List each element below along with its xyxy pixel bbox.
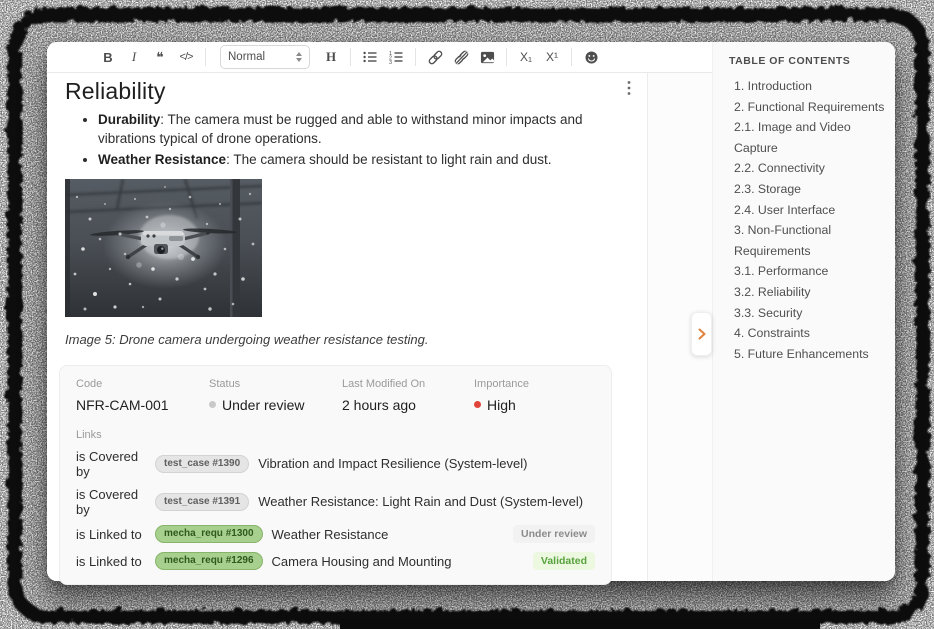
toc-sidebar: TABLE OF CONTENTS 1. Introduction 2. Fun…: [712, 42, 895, 581]
toc-item-functional-requirements[interactable]: 2. Functional Requirements: [729, 97, 885, 118]
emoji-icon: [584, 50, 599, 65]
bullet-list-button[interactable]: [357, 45, 383, 69]
heading-button[interactable]: H: [318, 45, 344, 69]
card-fields: Code NFR-CAM-001 Status Under review Las…: [76, 378, 595, 413]
requirement-bullets: Durability: The camera must be rugged an…: [65, 111, 629, 170]
toc-item-non-functional-requirements[interactable]: 3. Non-Functional Requirements: [729, 220, 885, 261]
code-block-button[interactable]: </>: [173, 45, 199, 69]
toc-item-future-enhancements[interactable]: 5. Future Enhancements: [729, 344, 885, 365]
toc-collapse-tab[interactable]: [691, 312, 712, 356]
importance-dot: [474, 401, 481, 408]
bullet-weather-resistance: Weather Resistance: The camera should be…: [98, 151, 629, 170]
toolbar-separator: [205, 48, 206, 66]
bullet-durability: Durability: The camera must be rugged an…: [98, 111, 629, 148]
toolbar-separator: [506, 48, 507, 66]
link-row: is Linked to mecha_requ #1296 Camera Hou…: [76, 552, 595, 571]
select-stepper-icon: [296, 52, 302, 62]
image-caption: Image 5: Drone camera undergoing weather…: [65, 332, 629, 347]
unlink-button[interactable]: [448, 45, 474, 69]
ordered-list-button[interactable]: 123: [383, 45, 409, 69]
section-menu-button[interactable]: [623, 76, 635, 103]
toc-title: TABLE OF CONTENTS: [729, 55, 885, 67]
drone-image-art: [65, 179, 262, 317]
screenshot-canvas: B I ❝ </> Normal H: [0, 0, 934, 629]
superscript-button[interactable]: X¹: [539, 45, 565, 69]
emoji-button[interactable]: [578, 45, 604, 69]
field-last-modified: Last Modified On 2 hours ago: [342, 378, 474, 413]
link-status-badge: Validated: [533, 552, 595, 570]
editor-toolbar: B I ❝ </> Normal H: [47, 42, 712, 73]
editor-panel: B I ❝ </> Normal H: [47, 42, 712, 581]
link-row: is Covered by test_case #1390 Vibration …: [76, 449, 595, 479]
subscript-button[interactable]: X₁: [513, 45, 539, 69]
field-code: Code NFR-CAM-001: [76, 378, 209, 413]
requirement-details-card: Code NFR-CAM-001 Status Under review Las…: [59, 365, 612, 585]
blockquote-button[interactable]: ❝: [147, 45, 173, 69]
ordered-list-icon: 123: [388, 49, 404, 65]
chevron-right-icon: [698, 328, 706, 340]
link-badge[interactable]: test_case #1390: [155, 455, 249, 473]
link-icon: [427, 49, 444, 66]
bullet-list-icon: [362, 49, 378, 65]
link-badge[interactable]: mecha_requ #1300: [155, 525, 263, 543]
toolbar-separator: [350, 48, 351, 66]
insert-image-button[interactable]: [474, 45, 500, 69]
link-button[interactable]: [422, 45, 448, 69]
toc-item-image-video-capture[interactable]: 2.1. Image and Video Capture: [729, 117, 885, 158]
link-title[interactable]: Camera Housing and Mounting: [272, 554, 452, 569]
field-status: Status Under review: [209, 378, 342, 413]
link-badge[interactable]: test_case #1391: [155, 493, 249, 511]
kebab-menu-icon: [627, 80, 631, 96]
toolbar-separator: [415, 48, 416, 66]
app-window: B I ❝ </> Normal H: [47, 42, 895, 581]
italic-button[interactable]: I: [121, 45, 147, 69]
link-badge[interactable]: mecha_requ #1296: [155, 552, 263, 570]
link-title[interactable]: Weather Resistance: Light Rain and Dust …: [258, 494, 583, 509]
status-dot: [209, 401, 216, 408]
toc-item-user-interface[interactable]: 2.4. User Interface: [729, 200, 885, 221]
paragraph-style-select[interactable]: Normal: [220, 45, 310, 69]
link-row: is Covered by test_case #1391 Weather Re…: [76, 487, 595, 517]
toolbar-separator: [571, 48, 572, 66]
toc-item-connectivity[interactable]: 2.2. Connectivity: [729, 158, 885, 179]
drone-image[interactable]: [65, 179, 262, 317]
image-icon: [480, 50, 495, 65]
links-label: Links: [76, 429, 595, 441]
link-row: is Linked to mecha_requ #1300 Weather Re…: [76, 525, 595, 544]
link-title[interactable]: Vibration and Impact Resilience (System-…: [258, 456, 527, 471]
section-heading: Reliability: [65, 78, 629, 105]
link-title[interactable]: Weather Resistance: [272, 527, 389, 542]
bold-button[interactable]: B: [95, 45, 121, 69]
field-importance: Importance High: [474, 378, 595, 413]
link-status-badge: Under review: [513, 525, 595, 543]
unlink-icon: [453, 49, 470, 66]
toc-item-constraints[interactable]: 4. Constraints: [729, 323, 885, 344]
document-page: Reliability Durability: The camera must …: [47, 73, 648, 581]
toc-item-introduction[interactable]: 1. Introduction: [729, 76, 885, 97]
toc-item-storage[interactable]: 2.3. Storage: [729, 179, 885, 200]
toc-item-reliability[interactable]: 3.2. Reliability: [729, 282, 885, 303]
toc-item-security[interactable]: 3.3. Security: [729, 303, 885, 324]
toc-item-performance[interactable]: 3.1. Performance: [729, 261, 885, 282]
svg-text:3: 3: [389, 60, 392, 65]
paragraph-style-value: Normal: [228, 51, 265, 63]
